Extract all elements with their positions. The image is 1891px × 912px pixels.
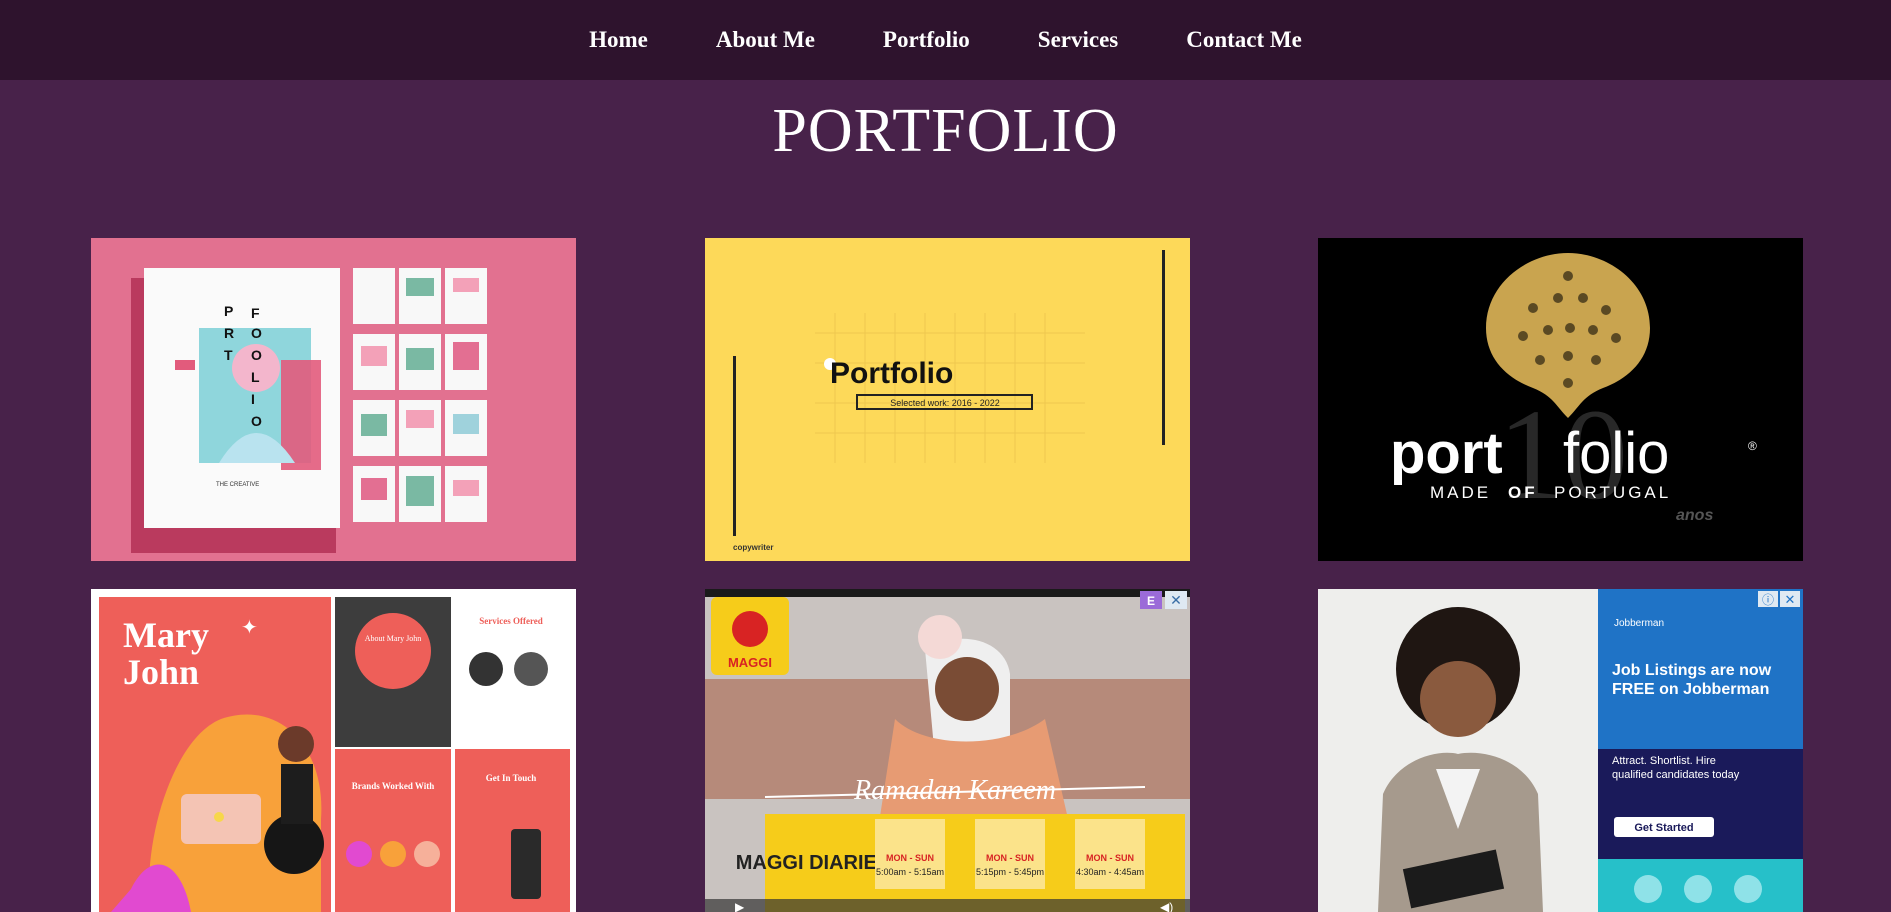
svg-text:E: E [1147,594,1155,608]
cover-title: Portfolio [830,357,953,390]
portfolio-item-portugal[interactable]: 10 port folio ® MADE OF PORTUGAL anos [1318,238,1803,561]
play-icon[interactable]: ▶ [735,900,745,912]
cover-letter: O [251,325,262,341]
svg-text:✕: ✕ [1785,592,1796,607]
page-title: PORTFOLIO [772,97,1119,165]
jobberman-logo-text: Jobberman [1614,618,1664,629]
maggi-diaries-text: MAGGI DIARIES [736,852,890,874]
cover-footer: copywriter [733,543,773,552]
logo-word-bold: port [1390,421,1503,486]
ad-headline: Job Listings are now FREE on Jobberman [1612,662,1772,698]
ramadan-script: Ramadan Kareem [853,775,1056,806]
portfolio-item-mary-john[interactable]: Mary John ✦ About Mary John Brands Worke… [91,589,576,912]
top-navigation: Home About Me Portfolio Services Contact… [0,0,1891,80]
cover-letter: R [224,325,234,341]
schedule-time: 5:15pm - 5:45pm [976,867,1044,877]
tagline-made: MADE [1430,483,1491,502]
cover-letter: P [224,303,233,319]
tagline-portugal: PORTUGAL [1554,483,1671,502]
cover-letter: O [251,347,262,363]
logo-word-light: folio [1563,421,1669,486]
brands-heading: Brands Worked With [352,781,435,791]
portfolio-item-jobberman-ad[interactable]: ⓘ ✕ Jobberman Job Listings are now FREE … [1318,589,1803,912]
tagline-of: OF [1508,483,1538,502]
volume-icon[interactable]: ◀) [1160,900,1173,912]
services-heading: Services Offered [479,616,543,626]
schedule-days: MON - SUN [986,853,1034,863]
jobberman-ad-image: ⓘ ✕ Jobberman Job Listings are now FREE … [1318,589,1803,912]
maggi-ad-image: MAGGI E ✕ Ramadan Kareem MAGGI DIARIES M… [705,589,1190,912]
portfolio-item-magazine[interactable]: P O R T F O L I O THE CREATIVE [91,238,576,561]
ad-body: Attract. Shortlist. Hire qualified candi… [1612,755,1740,781]
nav-services-link[interactable]: Services [1038,27,1118,53]
schedule-days: MON - SUN [886,853,934,863]
portfolio-item-yellow[interactable]: Portfolio Selected work: 2016 - 2022 cop… [705,238,1190,561]
get-started-label: Get Started [1634,822,1693,834]
cover-letter: I [251,391,255,407]
svg-text:✕: ✕ [1170,592,1182,608]
yellow-portfolio-cover-image: Portfolio Selected work: 2016 - 2022 cop… [705,238,1190,561]
cover-letter: O [251,413,262,429]
svg-text:ⓘ: ⓘ [1762,593,1774,607]
name-line1: Mary [123,615,209,655]
nav-contact-link[interactable]: Contact Me [1186,27,1302,53]
magazine-mockup-image: P O R T F O L I O THE CREATIVE [91,238,576,561]
schedule-time: 5:00am - 5:15am [876,867,944,877]
about-heading: About Mary John [365,634,421,643]
anos-label: anos [1676,507,1713,524]
cover-subtitle: Selected work: 2016 - 2022 [890,398,1000,408]
svg-text:✦: ✦ [241,617,258,639]
mary-john-portfolio-image: Mary John ✦ About Mary John Brands Worke… [91,589,576,912]
nav-portfolio-link[interactable]: Portfolio [883,27,970,53]
name-line2: John [123,652,199,692]
contact-heading: Get In Touch [486,773,537,783]
nav-about-link[interactable]: About Me [716,27,815,53]
cover-letter: T [224,347,233,363]
registered-mark: ® [1748,439,1757,453]
portfolio-item-maggi-ad[interactable]: MAGGI E ✕ Ramadan Kareem MAGGI DIARIES M… [705,589,1190,912]
nav-home-link[interactable]: Home [589,27,648,53]
portugal-heart-logo-image: 10 port folio ® MADE OF PORTUGAL anos [1318,238,1803,561]
schedule-days: MON - SUN [1086,853,1134,863]
maggi-logo-text: MAGGI [728,655,772,670]
cover-caption: THE CREATIVE [216,482,259,488]
cover-letter: F [251,305,260,321]
schedule-time: 4:30am - 4:45am [1076,867,1144,877]
cover-letter: L [251,369,260,385]
